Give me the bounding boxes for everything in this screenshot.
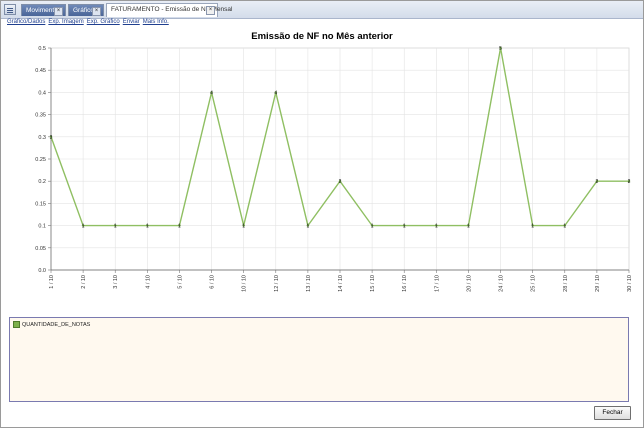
y-tick-label: 0.15 (35, 201, 46, 207)
x-tick-label: 24 / 10 (499, 275, 505, 292)
y-tick-label: 0.1 (38, 224, 46, 230)
x-tick-label: 3 / 10 (113, 275, 119, 289)
y-tick-label: 0.3 (38, 135, 46, 141)
y-tick-label: 0.4 (38, 90, 46, 96)
close-button[interactable]: Fechar (594, 406, 631, 420)
x-tick-label: 20 / 10 (466, 275, 472, 292)
legend-swatch (13, 321, 20, 328)
data-label: 1 (114, 224, 117, 230)
data-label: 5 (499, 46, 502, 52)
data-label: 3 (50, 135, 53, 141)
data-label: 2 (628, 179, 631, 185)
data-label: 1 (403, 224, 406, 230)
x-tick-label: 1 / 10 (49, 275, 55, 289)
y-tick-label: 0.45 (35, 68, 46, 74)
legend-item: QUANTIDADE_DE_NOTAS (13, 321, 90, 328)
data-label: 1 (242, 224, 245, 230)
x-tick-label: 10 / 10 (242, 275, 248, 292)
data-label: 1 (306, 224, 309, 230)
y-tick-label: 0.05 (35, 246, 46, 252)
data-label: 4 (210, 90, 213, 96)
data-label: 1 (371, 224, 374, 230)
line-chart: 0.0 0.05 0.1 0.15 0.2 0.25 0.3 0.35 0.4 0.45 0.5 1 … (35, 46, 633, 292)
legend-panel: QUANTIDADE_DE_NOTAS (9, 317, 629, 402)
data-label: 1 (531, 224, 534, 230)
data-label: 4 (274, 90, 277, 96)
x-tick-label: 17 / 10 (434, 275, 440, 292)
y-tick-label: 0.25 (35, 157, 46, 163)
x-tick-label: 6 / 10 (210, 275, 216, 289)
data-label: 1 (146, 224, 149, 230)
report-window: Movimento × Gráfico × FATURAMENTO - Emis… (0, 0, 644, 428)
y-tick-label: 0.2 (38, 179, 46, 185)
x-tick-label: 29 / 10 (595, 275, 601, 292)
data-label: 1 (563, 224, 566, 230)
x-tick-label: 13 / 10 (306, 275, 312, 292)
x-tick-label: 12 / 10 (274, 275, 280, 292)
x-tick-label: 14 / 10 (338, 275, 344, 292)
x-tick-label: 2 / 10 (81, 275, 87, 289)
data-label: 1 (82, 224, 85, 230)
data-label: 2 (339, 179, 342, 185)
y-tick-label: 0.35 (35, 113, 46, 119)
x-tick-label: 4 / 10 (145, 275, 151, 289)
data-label: 1 (435, 224, 438, 230)
data-label: 1 (178, 224, 181, 230)
legend-label: QUANTIDADE_DE_NOTAS (22, 321, 91, 328)
x-tick-label: 5 / 10 (177, 275, 183, 289)
x-tick-label: 25 / 10 (531, 275, 537, 292)
y-tick-label: 0.0 (38, 268, 46, 274)
data-label: 2 (595, 179, 598, 185)
x-tick-label: 16 / 10 (402, 275, 408, 292)
data-label: 1 (467, 224, 470, 230)
x-tick-label: 15 / 10 (370, 275, 376, 292)
y-tick-label: 0.5 (38, 46, 46, 52)
x-tick-label: 28 / 10 (563, 275, 569, 292)
x-tick-label: 30 / 10 (627, 275, 633, 292)
